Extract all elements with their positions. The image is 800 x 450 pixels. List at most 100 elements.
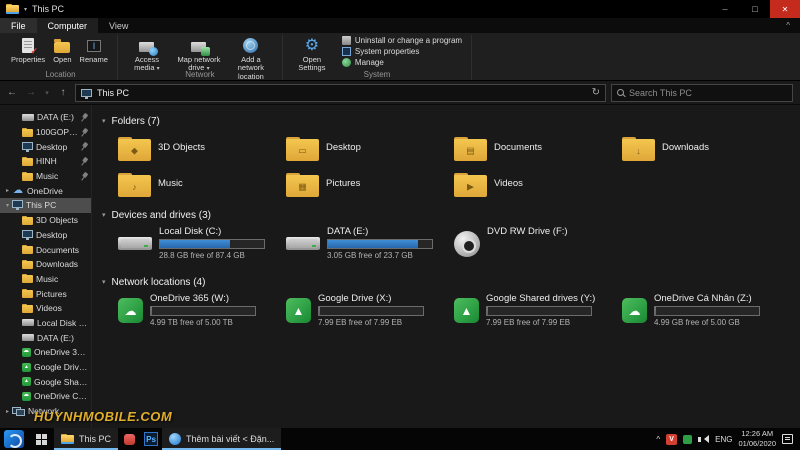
capacity-bar-fill <box>319 307 320 315</box>
sidebar-item-100gopro[interactable]: 100GOPRO <box>0 125 91 140</box>
breadcrumb[interactable]: This PC <box>97 88 129 98</box>
quick-access-toolbar-chevron-icon[interactable] <box>24 6 27 13</box>
sidebar-item-downloads[interactable]: Downloads <box>0 257 91 272</box>
rename-button[interactable]: Rename <box>77 35 111 66</box>
folder-tile-videos[interactable]: ▶Videos <box>454 167 620 200</box>
folder-glyph: ◆ <box>131 145 138 156</box>
open-button[interactable]: Open <box>50 35 74 66</box>
collapse-chevron-icon[interactable] <box>102 211 106 219</box>
sidebar-item-3d-objects[interactable]: 3D Objects <box>0 213 91 228</box>
tab-computer[interactable]: Computer <box>37 18 99 33</box>
properties-button[interactable]: Properties <box>8 35 48 66</box>
search-input[interactable]: Search This PC <box>611 84 793 102</box>
back-button[interactable] <box>5 87 19 98</box>
address-bar[interactable]: This PC <box>75 84 606 102</box>
folder-tile-pictures[interactable]: ▦Pictures <box>286 167 452 200</box>
sidebar-item-music[interactable]: Music <box>0 272 91 287</box>
sidebar-item-label: This PC <box>26 200 56 210</box>
capacity-bar <box>318 306 424 316</box>
taskbar-app-label: Thêm bài viết < Đặn... <box>186 434 274 444</box>
chevron-down-icon[interactable] <box>3 202 12 209</box>
drive-tile-onedrive-365-w[interactable]: ☁OneDrive 365 (W:)4.99 TB free of 5.00 T… <box>118 292 284 334</box>
drive-tile-data-e[interactable]: DATA (E:)3.05 GB free of 23.7 GB <box>286 225 452 267</box>
refresh-icon[interactable] <box>592 87 600 98</box>
taskbar-app-this-pc[interactable]: This PC <box>54 428 118 450</box>
sidebar-item-hinh[interactable]: HINH <box>0 154 91 169</box>
google-drive-icon: ▲ <box>286 298 311 323</box>
folder-tile-downloads[interactable]: ↓Downloads <box>622 131 788 164</box>
window-controls <box>710 0 800 18</box>
sidebar-item-documents[interactable]: Documents <box>0 242 91 257</box>
drive-label: OneDrive 365 (W:) <box>150 293 256 304</box>
sidebar-item-onedrive[interactable]: OneDrive <box>0 183 91 198</box>
tab-view[interactable]: View <box>98 18 139 33</box>
antivirus-tray-icon[interactable] <box>666 434 677 445</box>
up-button[interactable] <box>56 87 70 98</box>
drive-tile-onedrive-c-nh-n-z[interactable]: ☁OneDrive Cá Nhân (Z:)4.99 GB free of 5.… <box>622 292 788 334</box>
map-network-drive-button[interactable]: Map network drive <box>174 35 224 75</box>
sidebar-item-data-e[interactable]: DATA (E:) <box>0 110 91 125</box>
chevron-right-icon[interactable] <box>3 187 12 194</box>
drive-tile-local-disk-c[interactable]: Local Disk (C:)28.8 GB free of 87.4 GB <box>118 225 284 267</box>
access-media-button[interactable]: Access media <box>122 35 172 75</box>
close-button[interactable] <box>770 0 800 18</box>
recent-locations-chevron-icon[interactable] <box>43 89 51 97</box>
ribbon-collapse-icon[interactable] <box>776 18 800 33</box>
button-label: Open <box>53 56 71 64</box>
folder-icon <box>22 216 33 225</box>
drive-tile-google-shared-drives-y[interactable]: ▲Google Shared drives (Y:)7.99 EB free o… <box>454 292 620 334</box>
forward-button[interactable] <box>24 87 38 98</box>
section-header[interactable]: Network locations (4) <box>102 274 800 290</box>
sidebar-item-this-pc[interactable]: This PC <box>0 198 91 213</box>
manage-button[interactable]: Manage <box>339 58 465 67</box>
collapse-chevron-icon[interactable] <box>102 278 106 286</box>
huynhmobile-logo <box>4 430 24 448</box>
tab-file[interactable]: File <box>0 18 37 33</box>
taskbar-app-browser[interactable]: Thêm bài viết < Đặn... <box>162 428 281 450</box>
sidebar-item-onedrive-c-nh[interactable]: OneDrive Cá Nh... <box>0 389 91 404</box>
uninstall-program-button[interactable]: Uninstall or change a program <box>339 36 465 45</box>
maximize-button[interactable] <box>740 0 770 18</box>
tile-label: Music <box>158 178 183 189</box>
open-settings-button[interactable]: Open Settings <box>287 35 337 75</box>
sidebar-item-desktop[interactable]: Desktop <box>0 139 91 154</box>
section-header[interactable]: Devices and drives (3) <box>102 207 800 223</box>
drive-tile-google-drive-x[interactable]: ▲Google Drive (X:)7.99 EB free of 7.99 E… <box>286 292 452 334</box>
sidebar-item-music[interactable]: Music <box>0 169 91 184</box>
volume-icon[interactable] <box>698 435 709 444</box>
clock[interactable]: 12:26 AM 01/06/2020 <box>738 429 776 449</box>
sidebar-item-pictures[interactable]: Pictures <box>0 286 91 301</box>
drive-tile-dvd-rw-drive-f[interactable]: DVD RW Drive (F:) <box>454 225 620 267</box>
minimize-button[interactable] <box>710 0 740 18</box>
section-header[interactable]: Folders (7) <box>102 113 800 129</box>
taskbar-app-photoshop[interactable]: Ps <box>140 428 162 450</box>
start-button[interactable] <box>28 428 54 450</box>
folder-tile-music[interactable]: ♪Music <box>118 167 284 200</box>
folder-tile-documents[interactable]: ▤Documents <box>454 131 620 164</box>
sidebar-item-videos[interactable]: Videos <box>0 301 91 316</box>
hidden-icons-chevron-icon[interactable] <box>656 435 660 444</box>
tray-app-icon[interactable] <box>683 435 692 444</box>
chevron-right-icon[interactable] <box>3 408 12 415</box>
sidebar-item-desktop[interactable]: Desktop <box>0 228 91 243</box>
collapse-chevron-icon[interactable] <box>102 117 106 125</box>
sidebar-item-google-drive-x[interactable]: Google Drive (X:) <box>0 360 91 375</box>
ribbon-group-label: Network <box>118 70 282 79</box>
sidebar-item-google-shared-d[interactable]: Google Shared d... <box>0 374 91 389</box>
explorer-body: DATA (E:)100GOPRODesktopHINHMusicOneDriv… <box>0 105 800 428</box>
pin-icon <box>78 141 90 153</box>
folder-icon <box>22 245 33 254</box>
capacity-bar-fill <box>487 307 488 315</box>
file-explorer-window: This PC File Computer View Properties Op… <box>0 0 800 450</box>
folder-tile-desktop[interactable]: ▭Desktop <box>286 131 452 164</box>
system-properties-button[interactable]: System properties <box>339 47 465 56</box>
sidebar-item-onedrive-365-w[interactable]: OneDrive 365 (W:) <box>0 345 91 360</box>
sidebar-item-data-e[interactable]: DATA (E:) <box>0 330 91 345</box>
notification-center-icon[interactable] <box>782 434 793 444</box>
photoshop-icon: Ps <box>144 432 158 446</box>
sidebar-item-label: HINH <box>36 156 57 166</box>
folder-tile-3d-objects[interactable]: ◆3D Objects <box>118 131 284 164</box>
language-indicator[interactable]: ENG <box>715 435 732 444</box>
sidebar-item-local-disk-c[interactable]: Local Disk (C:) <box>0 316 91 331</box>
taskbar-pinned-app[interactable] <box>118 428 140 450</box>
